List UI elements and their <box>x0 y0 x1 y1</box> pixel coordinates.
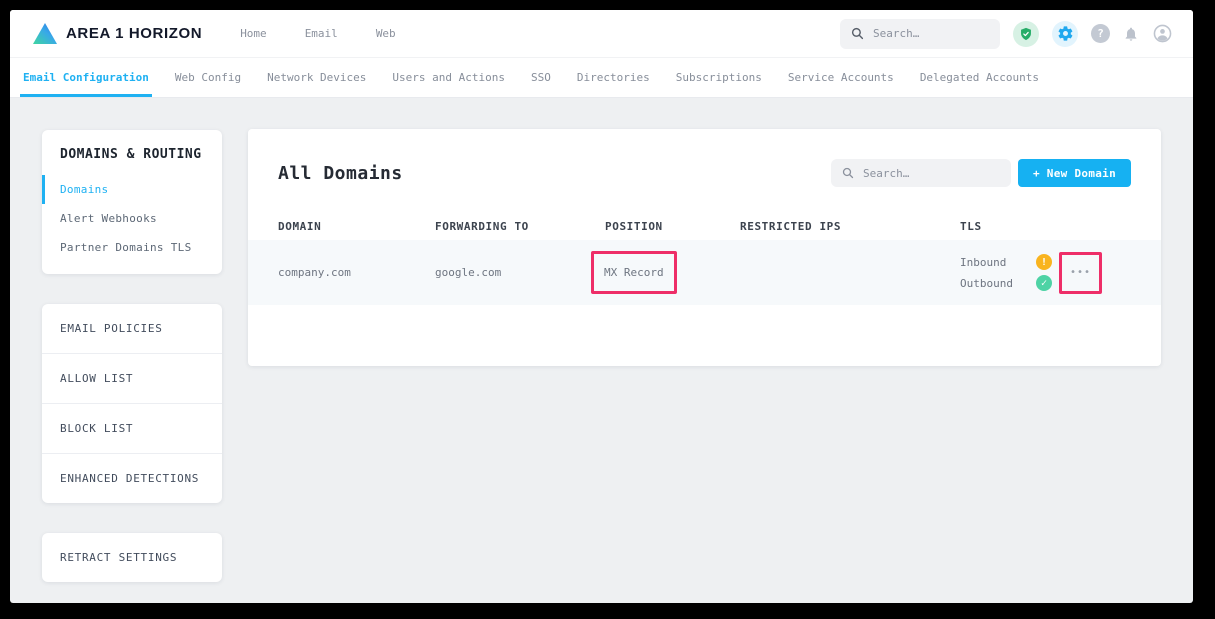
nav-item-web[interactable]: Web <box>376 27 396 40</box>
primary-nav: Home Email Web <box>240 27 396 40</box>
column-header-domain: DOMAIN <box>278 220 435 233</box>
column-header-tls: TLS <box>960 220 1131 233</box>
nav-item-home[interactable]: Home <box>240 27 267 40</box>
tab-subscriptions[interactable]: Subscriptions <box>663 58 775 97</box>
nav-item-email[interactable]: Email <box>305 27 338 40</box>
position-value: MX Record <box>604 266 664 279</box>
gear-icon[interactable] <box>1052 21 1078 47</box>
column-header-forwarding-to: FORWARDING TO <box>435 220 605 233</box>
sidebar-item-retract-settings[interactable]: RETRACT SETTINGS <box>42 533 222 582</box>
shield-check-icon[interactable] <box>1013 21 1039 47</box>
check-icon: ✓ <box>1036 275 1052 291</box>
domain-search[interactable] <box>831 159 1011 187</box>
position-cell: MX Record <box>605 251 740 294</box>
brand-name: AREA 1 HORIZON <box>66 25 202 42</box>
sidebar-item-allow-list[interactable]: ALLOW LIST <box>42 354 222 404</box>
new-domain-button[interactable]: + New Domain <box>1018 159 1131 187</box>
sidebar-item-partner-domains-tls[interactable]: Partner Domains TLS <box>42 233 222 262</box>
tab-web-config[interactable]: Web Config <box>162 58 254 97</box>
brand-logo[interactable]: AREA 1 HORIZON <box>32 22 202 45</box>
sidebar-item-email-policies[interactable]: EMAIL POLICIES <box>42 304 222 354</box>
domains-table: DOMAIN FORWARDING TO POSITION RESTRICTED… <box>248 212 1161 305</box>
sidebar: DOMAINS & ROUTING Domains Alert Webhooks… <box>42 130 222 603</box>
tls-cell: Inbound ! Outbound ✓ ••• <box>960 252 1131 294</box>
global-search[interactable] <box>840 19 1000 49</box>
row-actions-menu[interactable]: ••• <box>1059 252 1102 294</box>
domains-routing-title: DOMAINS & ROUTING <box>42 147 222 162</box>
all-domains-panel: All Domains + New Domain DOMAIN FORWARDI… <box>248 129 1161 366</box>
tls-outbound-label: Outbound <box>960 277 1036 290</box>
topbar-right: ? <box>840 19 1173 49</box>
tls-status-block: Inbound ! Outbound ✓ <box>960 254 1059 291</box>
account-icon[interactable] <box>1152 23 1173 44</box>
app-window: AREA 1 HORIZON Home Email Web <box>10 10 1193 603</box>
sidebar-item-block-list[interactable]: BLOCK LIST <box>42 404 222 454</box>
table-header-row: DOMAIN FORWARDING TO POSITION RESTRICTED… <box>248 212 1161 240</box>
sidebar-item-alert-webhooks[interactable]: Alert Webhooks <box>42 204 222 233</box>
domains-routing-card: DOMAINS & ROUTING Domains Alert Webhooks… <box>42 130 222 274</box>
column-header-restricted-ips: RESTRICTED IPS <box>740 220 960 233</box>
ellipsis-icon: ••• <box>1070 268 1091 278</box>
column-header-position: POSITION <box>605 220 740 233</box>
domain-search-input[interactable] <box>863 167 1000 180</box>
email-policies-card: EMAIL POLICIES ALLOW LIST BLOCK LIST ENH… <box>42 304 222 503</box>
page-title: All Domains <box>278 163 831 184</box>
tab-delegated-accounts[interactable]: Delegated Accounts <box>907 58 1052 97</box>
tls-inbound-label: Inbound <box>960 256 1036 269</box>
warning-icon: ! <box>1036 254 1052 270</box>
position-annotation-box: MX Record <box>591 251 677 294</box>
tls-inbound-line: Inbound ! <box>960 254 1059 270</box>
tab-directories[interactable]: Directories <box>564 58 663 97</box>
tab-email-configuration[interactable]: Email Configuration <box>10 58 162 97</box>
tab-network-devices[interactable]: Network Devices <box>254 58 379 97</box>
search-icon <box>851 27 864 40</box>
domain-cell: company.com <box>278 266 435 279</box>
help-icon[interactable]: ? <box>1091 24 1110 43</box>
panel-header: All Domains + New Domain <box>248 129 1161 187</box>
sidebar-item-enhanced-detections[interactable]: ENHANCED DETECTIONS <box>42 454 222 503</box>
table-row: company.com google.com MX Record Inbound… <box>248 240 1161 305</box>
retract-settings-card: RETRACT SETTINGS <box>42 533 222 582</box>
global-search-input[interactable] <box>873 27 989 40</box>
sidebar-item-domains[interactable]: Domains <box>42 175 222 204</box>
forwarding-to-cell: google.com <box>435 266 605 279</box>
settings-tab-bar: Email Configuration Web Config Network D… <box>10 58 1193 98</box>
area1-triangle-logo-icon <box>32 22 58 45</box>
tls-outbound-line: Outbound ✓ <box>960 275 1059 291</box>
search-icon <box>842 167 854 179</box>
tab-service-accounts[interactable]: Service Accounts <box>775 58 907 97</box>
tab-users-and-actions[interactable]: Users and Actions <box>379 58 518 97</box>
top-bar: AREA 1 HORIZON Home Email Web <box>10 10 1193 58</box>
tab-sso[interactable]: SSO <box>518 58 564 97</box>
content-area: DOMAINS & ROUTING Domains Alert Webhooks… <box>10 98 1193 603</box>
bell-icon[interactable] <box>1123 26 1139 42</box>
